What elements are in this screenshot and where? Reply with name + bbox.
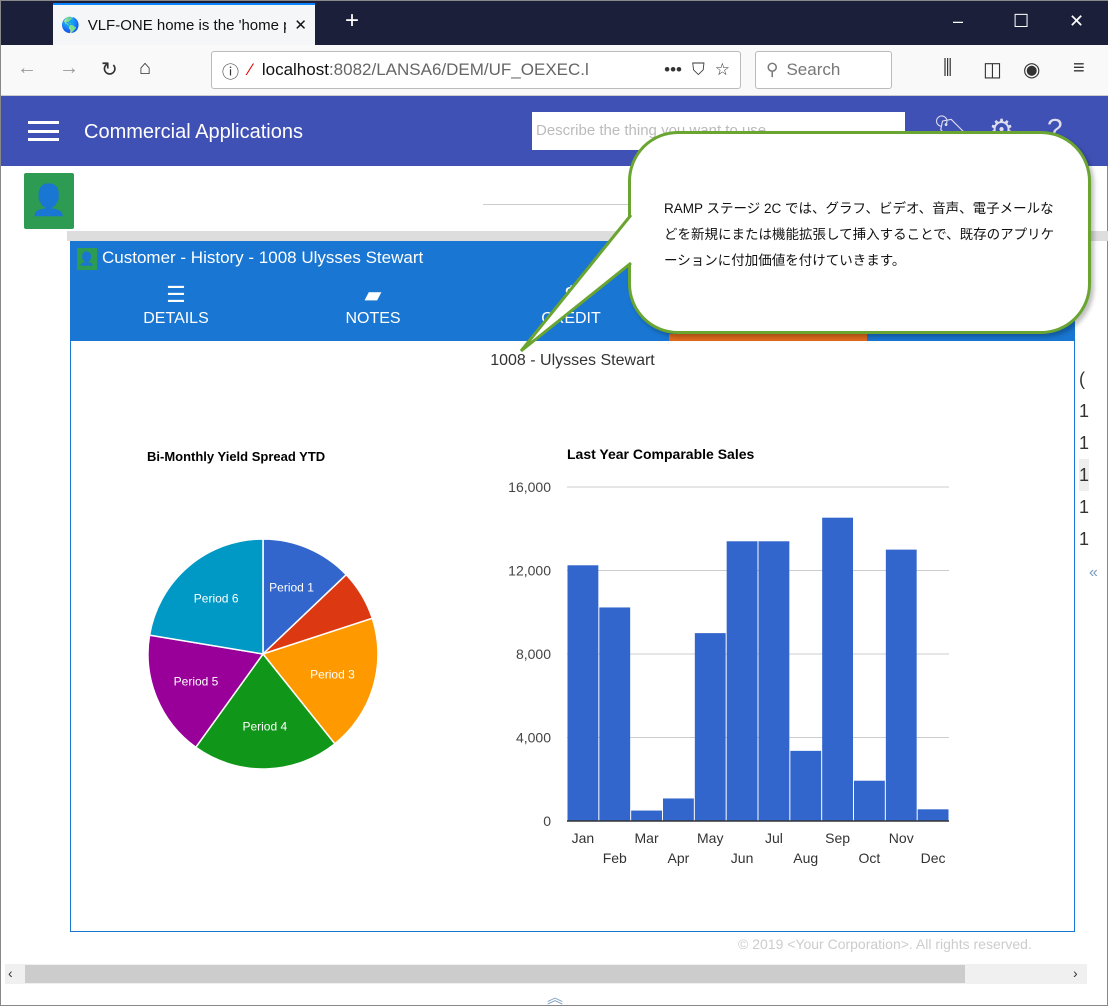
y-tick-label: 16,000 [508,479,551,495]
bar [726,541,758,821]
scroll-left-icon[interactable]: ‹ [8,965,13,981]
bar [758,541,790,821]
x-tick-label: Feb [603,850,627,866]
bar [822,517,853,821]
callout-text: RAMP ステージ 2C では、グラフ、ビデオ、音声、電子メールなどを新規にまた… [664,201,1055,268]
pie-label: Period 4 [242,719,287,733]
x-tick-label: Aug [793,850,818,866]
y-tick-label: 8,000 [516,646,551,662]
pie-label: Period 3 [310,668,355,682]
bar [663,798,694,821]
bar [854,780,885,821]
bar [599,607,631,821]
bar-chart: 0 4,000 8,000 12,000 16,000 Jan Feb Mar Apr May Ju… [508,479,949,866]
bar [567,565,599,821]
x-tick-label: May [697,830,723,846]
y-tick-label: 12,000 [508,563,551,579]
expand-up-icon[interactable]: ︽ [547,984,563,1008]
x-tick-label: Jul [765,830,783,846]
y-tick-label: 0 [543,813,551,829]
pie-label: Period 5 [174,675,219,689]
x-tick-label: Sep [825,830,850,846]
x-tick-label: Jun [731,850,754,866]
scroll-right-icon[interactable]: › [1073,965,1078,981]
bar [631,810,662,821]
y-tick-label: 4,000 [516,730,551,746]
bar-title: Last Year Comparable Sales [567,446,754,462]
horizontal-scrollbar[interactable]: ‹ › [5,964,1087,984]
x-tick-label: Apr [668,850,690,866]
pie-title: Bi-Monthly Yield Spread YTD [147,449,325,464]
x-tick-label: Mar [635,830,659,846]
copyright: © 2019 <Your Corporation>. All rights re… [738,936,1032,952]
x-tick-label: Jan [572,830,595,846]
pie-label: Period 1 [269,580,314,594]
x-tick-label: Dec [921,850,946,866]
bar [917,809,949,821]
scrollbar-thumb[interactable] [25,965,965,983]
bar [790,750,822,821]
pie-chart: Period 1 Period 3 Period 4 Period 5 Period 6 [147,538,379,770]
bar [694,633,726,821]
pie-label: Period 6 [194,592,239,606]
bar [885,549,917,821]
x-tick-label: Oct [859,850,881,866]
x-tick-label: Nov [889,830,914,846]
callout-bubble: RAMP ステージ 2C では、グラフ、ビデオ、音声、電子メールなどを新規にまた… [628,131,1091,334]
